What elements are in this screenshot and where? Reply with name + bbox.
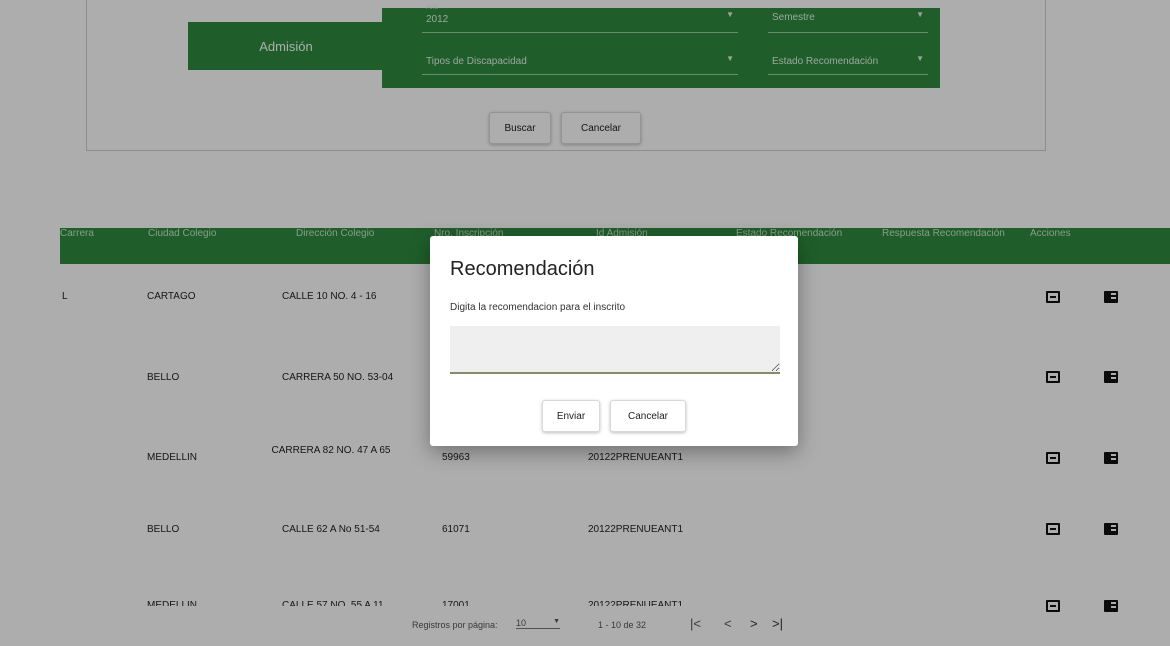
recommendation-dialog: Recomendación Digita la recomendacion pa… — [430, 236, 798, 446]
dialog-cancel-button[interactable]: Cancelar — [610, 400, 686, 432]
dialog-label: Digita la recomendacion para el inscrito — [450, 302, 626, 313]
dialog-title: Recomendación — [450, 258, 595, 280]
recommendation-input[interactable] — [450, 326, 780, 374]
send-button[interactable]: Enviar — [542, 400, 600, 432]
